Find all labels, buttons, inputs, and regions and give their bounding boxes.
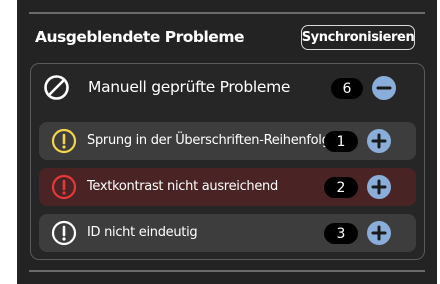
manually-checked-group: Manuell geprüfte Probleme 6 Sprung in de… bbox=[30, 63, 425, 260]
group-label: Manuell geprüfte Probleme bbox=[88, 78, 291, 96]
issue-label: ID nicht eindeutig bbox=[87, 225, 198, 240]
top-divider bbox=[29, 12, 425, 14]
group-header: Manuell geprüfte Probleme 6 bbox=[31, 64, 423, 112]
issue-item-duplicate-id[interactable]: ID nicht eindeutig 3 bbox=[39, 214, 416, 252]
expand-issue-button[interactable] bbox=[367, 221, 391, 245]
issue-item-heading-order[interactable]: Sprung in der Überschriften-Reihenfolge … bbox=[39, 122, 416, 160]
section-title: Ausgeblendete Probleme bbox=[35, 28, 244, 46]
warning-exclamation-icon bbox=[51, 128, 77, 154]
bottom-divider bbox=[29, 270, 425, 272]
issue-item-text-contrast[interactable]: Textkontrast nicht ausreichend 2 bbox=[39, 168, 416, 206]
minus-icon bbox=[376, 86, 392, 90]
info-exclamation-icon bbox=[51, 220, 77, 246]
prohibited-icon bbox=[43, 74, 70, 101]
group-count-badge: 6 bbox=[331, 78, 363, 99]
plus-icon bbox=[371, 179, 387, 195]
issue-count-badge: 3 bbox=[324, 223, 358, 244]
issue-count-badge: 2 bbox=[324, 177, 358, 198]
issue-label: Textkontrast nicht ausreichend bbox=[87, 179, 278, 194]
expand-issue-button[interactable] bbox=[367, 175, 391, 199]
plus-icon bbox=[371, 225, 387, 241]
issue-label: Sprung in der Überschriften-Reihenfolge bbox=[87, 133, 338, 148]
error-exclamation-icon bbox=[51, 174, 77, 200]
synchronize-button[interactable]: Synchronisieren bbox=[301, 25, 415, 50]
hidden-issues-panel: Ausgeblendete Probleme Synchronisieren M… bbox=[17, 0, 437, 284]
issue-count-badge: 1 bbox=[324, 131, 358, 152]
plus-icon bbox=[371, 133, 387, 149]
expand-issue-button[interactable] bbox=[367, 129, 391, 153]
collapse-group-button[interactable] bbox=[372, 76, 396, 100]
